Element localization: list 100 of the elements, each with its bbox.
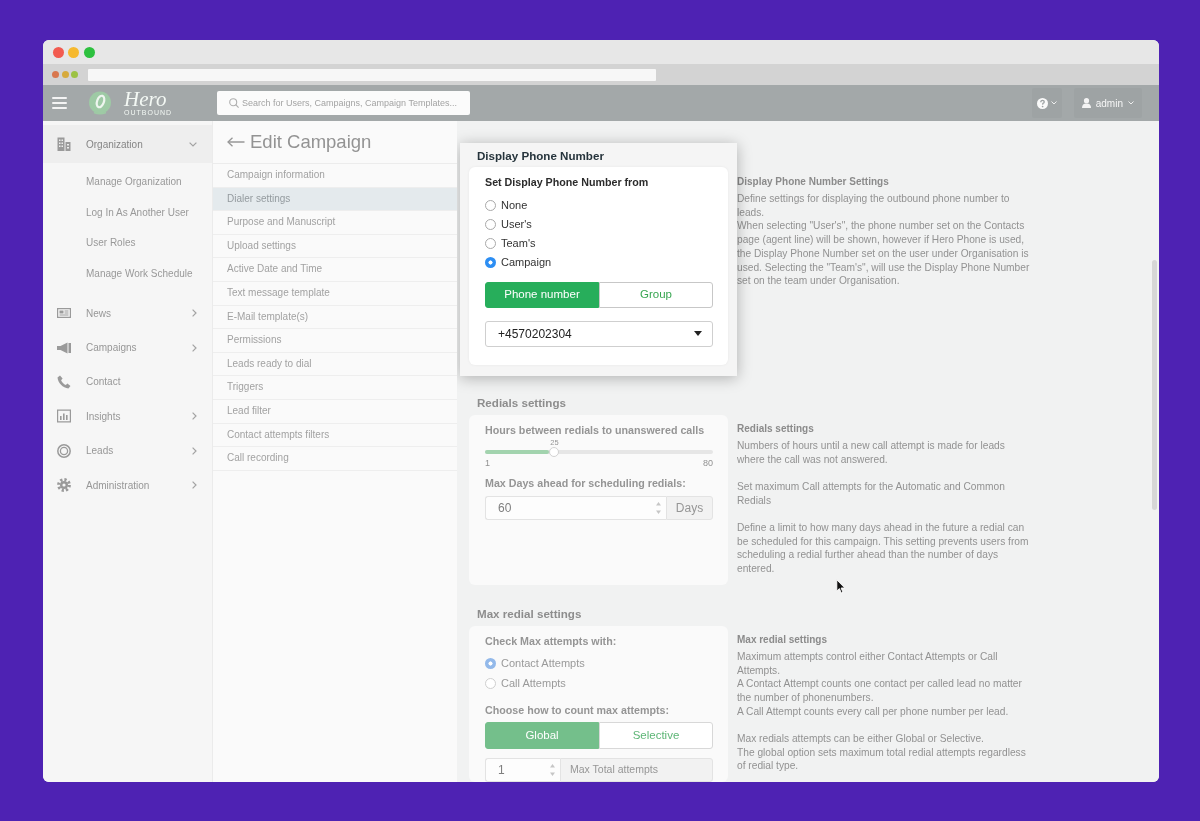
- sidebar-item[interactable]: News: [43, 296, 212, 331]
- close-button[interactable]: [52, 46, 64, 58]
- help-text: Set maximum Call attempts for the Automatic and Common Redials: [737, 479, 1006, 508]
- radio-label[interactable]: User's: [501, 217, 532, 231]
- user-menu-button[interactable]: admin: [1073, 88, 1142, 118]
- logo-icon: [88, 91, 112, 115]
- person-icon: [1081, 98, 1091, 108]
- help-text: The global option sets maximum total redial attempts regardless of redial type.: [737, 745, 1027, 774]
- building-icon: [57, 137, 71, 151]
- menu-item[interactable]: Purpose and Manuscript: [213, 211, 457, 235]
- radio-button[interactable]: [485, 238, 496, 250]
- zoom-button[interactable]: [83, 46, 95, 58]
- dot-icon: [61, 71, 69, 78]
- slider-track[interactable]: [485, 449, 713, 454]
- search-field[interactable]: Search for Users, Campaigns, Campaign Templates...: [217, 91, 470, 115]
- help-icon: [1036, 97, 1048, 109]
- menu-item[interactable]: Triggers: [213, 376, 457, 400]
- sidebar-item[interactable]: Contact: [43, 364, 212, 400]
- menu-item[interactable]: Dialer settings: [213, 187, 457, 212]
- slider-max-label: 80: [703, 456, 713, 469]
- menu-item[interactable]: Campaign information: [213, 164, 457, 188]
- menu-item[interactable]: Permissions: [213, 329, 457, 353]
- ring-icon: [57, 443, 71, 458]
- help-title: Redials settings: [737, 421, 815, 436]
- help-text: Maximum attempts control either Contact Attempts or Call Attempts.: [737, 649, 999, 678]
- menu-item[interactable]: E-Mail template(s): [213, 305, 457, 330]
- help-text: When selecting "User's", the phone number set on the Contacts page (agent line) will be shown, however if Hero Phone is used, the Display Phone Number set on the user under Organisation is used. Selecting the "Team's", will use the Display Phone Number set on the team under Organisation.: [737, 219, 1031, 288]
- section-title: Display Phone Number: [476, 149, 605, 163]
- number-field[interactable]: 1: [485, 757, 560, 782]
- phone-icon: [57, 374, 71, 389]
- section-title: Max redial settings: [476, 606, 583, 621]
- menu-icon[interactable]: [52, 97, 67, 109]
- sidebar-subitem[interactable]: Log In As Another User: [43, 197, 212, 228]
- field-label: Max Days ahead for scheduling redials:: [485, 475, 687, 490]
- slider-min-label: 1: [485, 456, 490, 469]
- menu-item[interactable]: Active Date and Time: [213, 258, 457, 282]
- menu-item[interactable]: Contact attempts filters: [213, 423, 457, 448]
- help-text: Define a limit to how many days ahead in the future a redial can be scheduled for this campaign. This setting prevents users from scheduling a redial further ahead than the number of days entered.: [737, 521, 1030, 576]
- caret-icon: [694, 331, 702, 337]
- help-text: Define settings for displaying the outbound phone number to leads.: [737, 192, 1011, 220]
- menu-item[interactable]: Call recording: [213, 447, 457, 471]
- phone-number-select[interactable]: +4570202304: [485, 320, 713, 347]
- slider-thumb[interactable]: [549, 446, 560, 457]
- chevron-down-icon: [1128, 101, 1134, 105]
- search-icon: [229, 98, 239, 108]
- menu-item[interactable]: Leads ready to dial: [213, 352, 457, 377]
- help-title: Display Phone Number Settings: [737, 175, 890, 189]
- toggle-button[interactable]: Phone number: [485, 281, 599, 308]
- spinner-icon[interactable]: [655, 500, 662, 515]
- addon-label: Days: [666, 495, 713, 520]
- sidebar-item[interactable]: Insights: [43, 399, 212, 434]
- sidebar-item[interactable]: Leads: [43, 433, 212, 468]
- spinner-icon[interactable]: [549, 762, 556, 777]
- radio-button[interactable]: [485, 199, 496, 211]
- radio-label[interactable]: Team's: [501, 237, 536, 251]
- toggle-button[interactable]: Group: [599, 281, 713, 308]
- sidebar-item[interactable]: Administration: [43, 467, 212, 503]
- number-field[interactable]: 60: [485, 495, 666, 520]
- sidebar-item[interactable]: Campaigns: [43, 330, 212, 365]
- mouse-pointer-icon: [836, 579, 846, 594]
- field-label: Hours between redials to unanswered calls: [485, 422, 706, 437]
- sidebar-subitem[interactable]: Manage Work Schedule: [43, 258, 212, 289]
- dot-icon: [52, 71, 59, 78]
- radio-label[interactable]: Contact Attempts: [501, 657, 585, 671]
- sidebar-subitem[interactable]: User Roles: [43, 228, 212, 259]
- menu-item[interactable]: Upload settings: [213, 234, 457, 259]
- sidebar-subitem[interactable]: Manage Organization: [43, 167, 212, 198]
- radio-label[interactable]: None: [501, 198, 528, 212]
- dot-icon: [71, 71, 78, 78]
- page-title: Edit Campaign: [250, 131, 372, 153]
- radio-label[interactable]: Call Attempts: [501, 676, 566, 690]
- scrollbar-thumb[interactable]: [1152, 260, 1157, 510]
- radio-button[interactable]: [485, 257, 496, 269]
- minimize-button[interactable]: [68, 46, 79, 58]
- chevron-right-icon: [192, 343, 197, 352]
- sidebar-item[interactable]: Organization: [43, 125, 212, 163]
- menu-item[interactable]: Text message template: [213, 281, 457, 306]
- gear-icon: [57, 478, 71, 493]
- chevron-down-icon: [189, 141, 197, 147]
- chart-icon: [57, 409, 71, 424]
- radio-label[interactable]: Campaign: [501, 256, 552, 270]
- radio-button[interactable]: [485, 218, 496, 230]
- menu-item[interactable]: Lead filter: [213, 399, 457, 424]
- chevron-right-icon: [192, 309, 197, 318]
- chevron-right-icon: [192, 412, 197, 421]
- chevron-down-icon: [1050, 101, 1057, 105]
- toggle-button[interactable]: Selective: [599, 721, 713, 749]
- newspaper-icon: [57, 306, 71, 321]
- radio-button[interactable]: [485, 677, 496, 689]
- back-arrow-icon[interactable]: [227, 137, 245, 147]
- logo-text: Hero: [124, 89, 167, 109]
- section-title: Redials settings: [476, 395, 567, 410]
- chevron-right-icon: [192, 446, 197, 455]
- address-field[interactable]: [87, 68, 656, 81]
- help-text: Max redials attempts can be either Global or Selective.: [737, 732, 985, 746]
- chevron-right-icon: [192, 481, 197, 490]
- help-menu-button[interactable]: [1031, 88, 1062, 118]
- toggle-button[interactable]: Global: [485, 721, 599, 749]
- radio-button[interactable]: [485, 658, 496, 670]
- help-text: A Contact Attempt counts one contact per called lead no matter the number of phonenumbers.: [737, 677, 1023, 705]
